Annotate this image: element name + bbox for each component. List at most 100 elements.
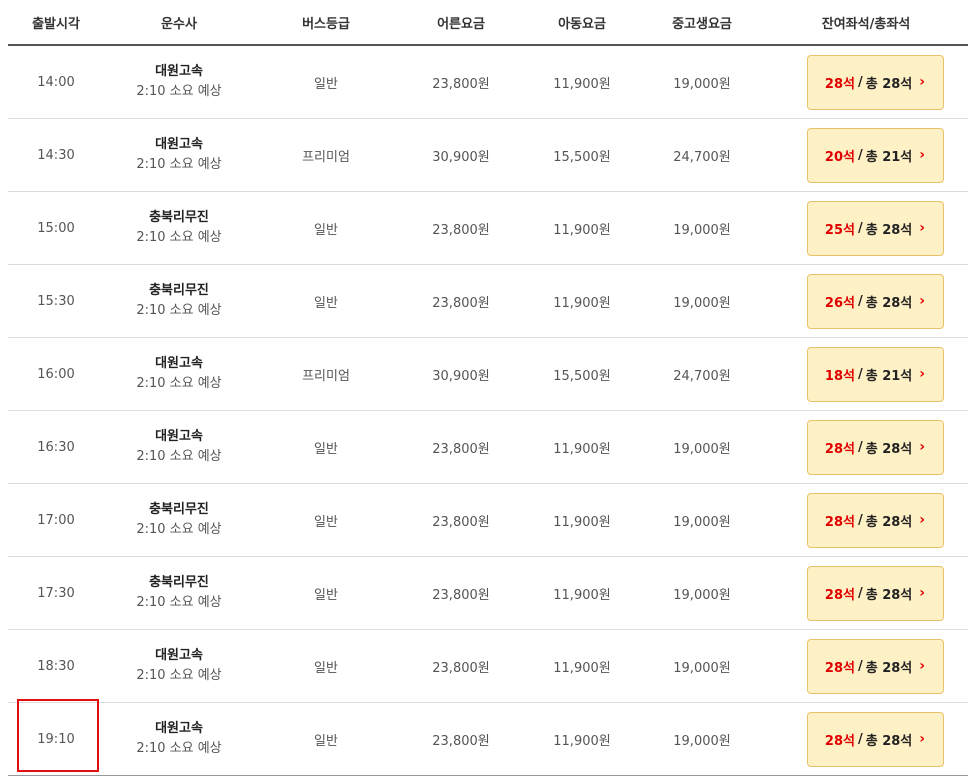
child-fare: 15,500원 <box>553 368 611 384</box>
adult-fare: 23,800원 <box>432 222 490 238</box>
child-fare: 11,900원 <box>553 222 611 238</box>
departure-time: 18:30 <box>37 658 75 674</box>
duration-estimate: 2:10 소요 예상 <box>136 157 222 172</box>
header-grade: 버스등급 <box>302 16 350 32</box>
total-seats: 총 28석 <box>865 295 913 311</box>
company-cell: 충북리무진 2:10 소요 예상 <box>104 500 254 540</box>
select-seat-button[interactable]: 28석 / 총 28석 › <box>806 638 944 694</box>
child-fare: 11,900원 <box>553 76 611 92</box>
bus-grade: 일반 <box>314 222 338 238</box>
total-seats: 총 28석 <box>865 587 913 603</box>
total-seats: 총 28석 <box>865 222 913 238</box>
select-seat-button[interactable]: 28석 / 총 28석 › <box>806 565 944 621</box>
seat-separator: / <box>857 731 863 747</box>
adult-fare: 23,800원 <box>432 441 490 457</box>
remaining-seats: 18석 <box>824 368 855 384</box>
seats-cell: 28석 / 총 28석 › <box>764 565 968 621</box>
adult-fare: 23,800원 <box>432 295 490 311</box>
student-fare: 19,000원 <box>673 76 731 92</box>
table-row: 14:00 대원고속 2:10 소요 예상 일반 23,800원 11,900원 19,00… <box>8 46 968 119</box>
remaining-seats: 26석 <box>824 295 855 311</box>
company-name: 대원고속 <box>155 429 203 444</box>
company-name: 충북리무진 <box>149 575 209 590</box>
seats-cell: 20석 / 총 21석 › <box>764 127 968 183</box>
table-row: 14:30 대원고속 2:10 소요 예상 프리미엄 30,900원 15,500원 24,… <box>8 119 968 192</box>
departure-time: 16:00 <box>37 366 75 382</box>
total-seats: 총 28석 <box>865 660 913 676</box>
seat-separator: / <box>857 366 863 382</box>
remaining-seats: 28석 <box>824 514 855 530</box>
student-fare: 24,700원 <box>673 368 731 384</box>
remaining-seats: 28석 <box>824 660 855 676</box>
student-fare: 19,000원 <box>673 295 731 311</box>
seat-separator: / <box>857 658 863 674</box>
student-fare: 19,000원 <box>673 660 731 676</box>
header-student-fare: 중고생요금 <box>672 16 732 32</box>
select-seat-button[interactable]: 28석 / 총 28석 › <box>806 419 944 475</box>
child-fare: 11,900원 <box>553 441 611 457</box>
total-seats: 총 28석 <box>865 441 913 457</box>
header-departure: 출발시각 <box>32 16 80 32</box>
seats-cell: 28석 / 총 28석 › <box>764 54 968 110</box>
child-fare: 11,900원 <box>553 514 611 530</box>
table-row: 17:30 충북리무진 2:10 소요 예상 일반 23,800원 11,900원 19,0… <box>8 557 968 630</box>
seats-cell: 18석 / 총 21석 › <box>764 346 968 402</box>
adult-fare: 23,800원 <box>432 76 490 92</box>
table-row: 16:30 대원고속 2:10 소요 예상 일반 23,800원 11,900원 19,00… <box>8 411 968 484</box>
select-seat-button[interactable]: 28석 / 총 28석 › <box>806 711 944 767</box>
select-seat-button[interactable]: 25석 / 총 28석 › <box>806 200 944 256</box>
duration-estimate: 2:10 소요 예상 <box>136 376 222 391</box>
adult-fare: 30,900원 <box>432 149 490 165</box>
bus-grade: 프리미엄 <box>302 368 350 384</box>
departure-time: 17:30 <box>37 585 75 601</box>
total-seats: 총 28석 <box>865 514 913 530</box>
company-name: 대원고속 <box>155 64 203 79</box>
remaining-seats: 25석 <box>824 222 855 238</box>
departure-time: 15:00 <box>37 220 75 236</box>
bus-grade: 일반 <box>314 514 338 530</box>
bus-grade: 일반 <box>314 76 338 92</box>
duration-estimate: 2:10 소요 예상 <box>136 595 222 610</box>
seats-cell: 28석 / 총 28석 › <box>764 638 968 694</box>
departure-time: 14:00 <box>37 74 75 90</box>
bus-schedule-page: 출발시각 운수사 버스등급 어른요금 아동요금 중고생요금 잔여좌석/총좌석 1… <box>0 0 970 780</box>
duration-estimate: 2:10 소요 예상 <box>136 449 222 464</box>
departure-time: 15:30 <box>37 293 75 309</box>
total-seats: 총 21석 <box>865 149 913 165</box>
child-fare: 15,500원 <box>553 149 611 165</box>
company-name: 충북리무진 <box>149 283 209 298</box>
remaining-seats: 28석 <box>824 733 855 749</box>
chevron-right-icon: › <box>919 74 926 90</box>
schedule-table: 출발시각 운수사 버스등급 어른요금 아동요금 중고생요금 잔여좌석/총좌석 1… <box>8 0 968 776</box>
child-fare: 11,900원 <box>553 587 611 603</box>
seat-separator: / <box>857 439 863 455</box>
seats-cell: 28석 / 총 28석 › <box>764 419 968 475</box>
company-name: 대원고속 <box>155 356 203 371</box>
company-cell: 충북리무진 2:10 소요 예상 <box>104 573 254 613</box>
student-fare: 24,700원 <box>673 149 731 165</box>
select-seat-button[interactable]: 28석 / 총 28석 › <box>806 54 944 110</box>
seats-cell: 28석 / 총 28석 › <box>764 492 968 548</box>
select-seat-button[interactable]: 18석 / 총 21석 › <box>806 346 944 402</box>
bus-grade: 프리미엄 <box>302 149 350 165</box>
seats-cell: 26석 / 총 28석 › <box>764 273 968 329</box>
student-fare: 19,000원 <box>673 514 731 530</box>
select-seat-button[interactable]: 28석 / 총 28석 › <box>806 492 944 548</box>
total-seats: 총 21석 <box>865 368 913 384</box>
adult-fare: 23,800원 <box>432 733 490 749</box>
chevron-right-icon: › <box>919 439 926 455</box>
select-seat-button[interactable]: 20석 / 총 21석 › <box>806 127 944 183</box>
company-name: 대원고속 <box>155 721 203 736</box>
student-fare: 19,000원 <box>673 222 731 238</box>
company-cell: 충북리무진 2:10 소요 예상 <box>104 281 254 321</box>
table-row: 15:30 충북리무진 2:10 소요 예상 일반 23,800원 11,900원 19,0… <box>8 265 968 338</box>
chevron-right-icon: › <box>919 220 926 236</box>
duration-estimate: 2:10 소요 예상 <box>136 84 222 99</box>
total-seats: 총 28석 <box>865 733 913 749</box>
duration-estimate: 2:10 소요 예상 <box>136 522 222 537</box>
adult-fare: 30,900원 <box>432 368 490 384</box>
chevron-right-icon: › <box>919 366 926 382</box>
select-seat-button[interactable]: 26석 / 총 28석 › <box>806 273 944 329</box>
adult-fare: 23,800원 <box>432 587 490 603</box>
student-fare: 19,000원 <box>673 441 731 457</box>
